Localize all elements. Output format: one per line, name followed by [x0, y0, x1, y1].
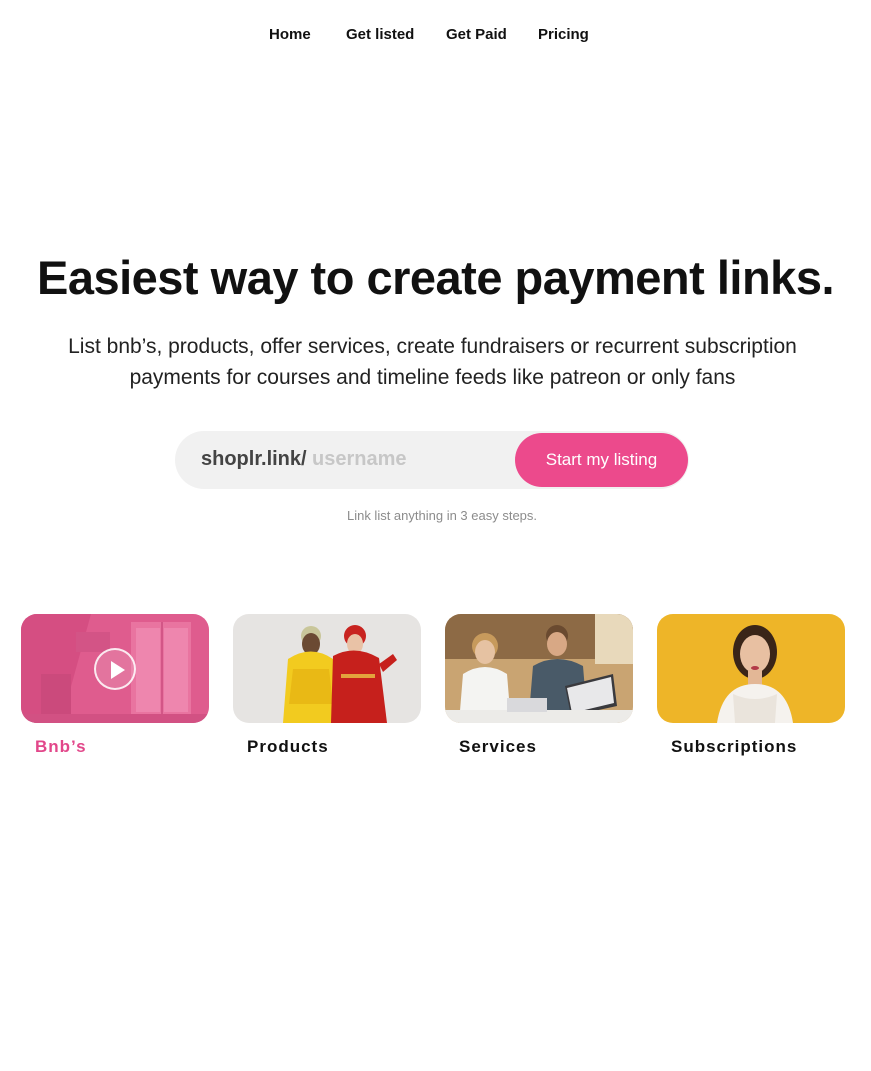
helper-text: Link list anything in 3 easy steps. [346, 508, 538, 523]
services-thumbnail[interactable] [445, 614, 633, 723]
nav-home-link[interactable]: Home [269, 24, 311, 46]
category-card-bnbs[interactable]: Bnb’s [21, 614, 209, 757]
username-input[interactable] [312, 444, 512, 474]
nav-pricing-link[interactable]: Pricing [538, 24, 589, 46]
hero-title: Easiest way to create payment links. [36, 251, 835, 304]
subscriptions-image [657, 614, 845, 723]
products-image [233, 614, 421, 723]
category-label-services: Services [459, 737, 537, 756]
play-icon[interactable] [94, 648, 136, 690]
nav-get-paid-link[interactable]: Get Paid [446, 24, 507, 46]
category-card-products[interactable]: Products [233, 614, 421, 757]
category-label-subscriptions: Subscriptions [671, 737, 798, 756]
start-listing-button[interactable]: Start my listing [515, 433, 688, 487]
category-card-subscriptions[interactable]: Subscriptions [657, 614, 845, 757]
landing-page: Home Get listed Get Paid Pricing Easiest… [0, 0, 871, 1071]
bnbs-thumbnail[interactable] [21, 614, 209, 723]
services-image [445, 614, 633, 723]
signup-form: shoplr.link/ Start my listing [175, 431, 689, 489]
category-label-bnbs: Bnb’s [35, 737, 87, 756]
category-card-services[interactable]: Services [445, 614, 633, 757]
top-nav: Home Get listed Get Paid Pricing [0, 24, 871, 46]
category-label-products: Products [247, 737, 329, 756]
nav-get-listed-link[interactable]: Get listed [346, 24, 414, 46]
products-thumbnail[interactable] [233, 614, 421, 723]
subscriptions-thumbnail[interactable] [657, 614, 845, 723]
link-prefix: shoplr.link/ [201, 448, 307, 470]
hero-subtitle: List bnb’s, products, offer services, cr… [68, 335, 797, 389]
